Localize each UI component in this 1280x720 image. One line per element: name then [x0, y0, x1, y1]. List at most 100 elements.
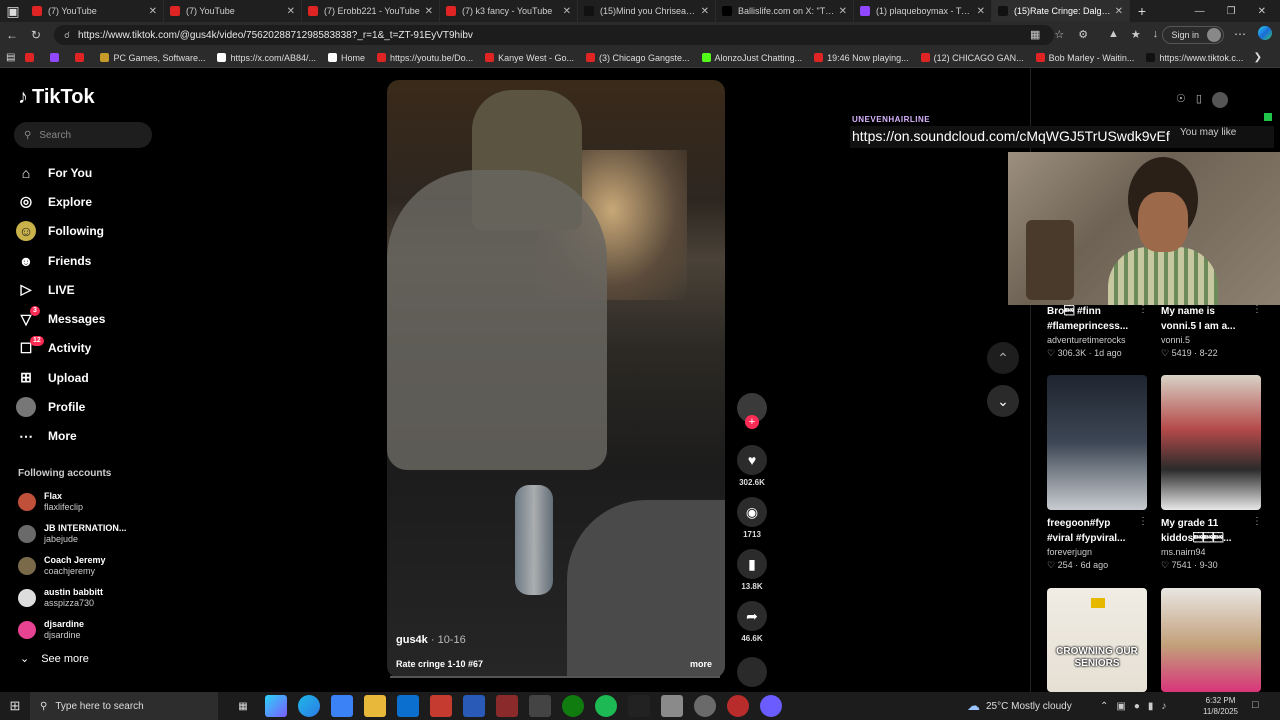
nav-item-profile[interactable]: ● Profile: [16, 392, 156, 421]
music-disc-icon[interactable]: [737, 657, 767, 687]
extensions-icon[interactable]: ⚙: [1078, 28, 1088, 41]
close-tab-icon[interactable]: ✕: [563, 6, 571, 17]
collections-icon[interactable]: ▤: [6, 52, 15, 63]
following-account-item[interactable]: Coach Jeremy coachjeremy: [18, 550, 158, 582]
card-username[interactable]: adventuretimerocks: [1047, 335, 1157, 345]
video-player[interactable]: [387, 80, 725, 678]
browser-tab[interactable]: (15)Mind you Chrisean jr is ✕: [578, 0, 716, 22]
weather-widget[interactable]: ☁ 25°C Mostly cloudy: [967, 692, 1072, 720]
browser-tab[interactable]: (1) plaqueboymax - Twitch ✕: [854, 0, 992, 22]
app-icon[interactable]: [727, 695, 749, 717]
device-icon[interactable]: ▯: [1196, 92, 1202, 108]
recommended-thumbnail[interactable]: [1047, 375, 1147, 510]
save-button[interactable]: ▮: [737, 549, 767, 579]
video-author[interactable]: gus4k · 10-16: [396, 634, 466, 646]
close-tab-icon[interactable]: ✕: [149, 6, 157, 17]
card-username[interactable]: ms.nairn94: [1161, 547, 1271, 557]
card-options-icon[interactable]: ⋮: [1252, 304, 1262, 315]
tiktok-logo[interactable]: ♪ TikTok: [18, 86, 95, 109]
nav-item-explore[interactable]: ◎ Explore: [16, 187, 156, 216]
app-icon[interactable]: [760, 695, 782, 717]
notifications-icon[interactable]: □: [1252, 699, 1259, 711]
app-icon[interactable]: [463, 695, 485, 717]
previous-video-button[interactable]: ⌃: [987, 342, 1019, 374]
close-tab-icon[interactable]: ✕: [425, 6, 433, 17]
app-icon[interactable]: [628, 695, 650, 717]
nav-item-friends[interactable]: ☻ Friends: [16, 246, 156, 275]
bookmarks-overflow-icon[interactable]: ❯: [1254, 52, 1262, 63]
caption-more-button[interactable]: more: [690, 659, 712, 669]
creator-avatar[interactable]: +: [737, 393, 767, 429]
nav-item-upload[interactable]: ⊞ Upload: [16, 363, 156, 392]
recommended-thumbnail[interactable]: CROWNING OUR SENIORS: [1047, 588, 1147, 692]
mic-icon[interactable]: ●: [1134, 701, 1140, 712]
task-view-icon[interactable]: ▦: [232, 695, 254, 717]
site-info-icon[interactable]: ☌: [64, 30, 70, 41]
nav-item-following[interactable]: ☺ Following: [16, 217, 156, 246]
copilot-taskbar-icon[interactable]: [265, 695, 287, 717]
bookmark-item[interactable]: https://www.tiktok.c...: [1146, 53, 1243, 63]
network-icon[interactable]: ▣: [1116, 701, 1125, 712]
copilot-icon[interactable]: [1258, 26, 1272, 40]
close-tab-icon[interactable]: ✕: [977, 6, 985, 17]
close-window-icon[interactable]: ✕: [1258, 6, 1266, 17]
outlook-icon[interactable]: [397, 695, 419, 717]
card-username[interactable]: vonni.5: [1161, 335, 1271, 345]
nav-item-live[interactable]: ▷ LIVE: [16, 275, 156, 304]
tray-overflow-icon[interactable]: ⌃: [1100, 701, 1108, 712]
share-button[interactable]: ➦: [737, 601, 767, 631]
app-icon[interactable]: [430, 695, 452, 717]
close-tab-icon[interactable]: ✕: [701, 6, 709, 17]
bookmark-item[interactable]: [25, 53, 38, 63]
volume-icon[interactable]: ♪: [1161, 701, 1166, 712]
bookmark-item[interactable]: Home: [328, 53, 365, 63]
spotify-icon[interactable]: [595, 695, 617, 717]
compass-icon[interactable]: ☉: [1176, 92, 1186, 108]
card-options-icon[interactable]: ⋮: [1138, 304, 1148, 315]
next-video-button[interactable]: ⌄: [987, 385, 1019, 417]
browser-tab[interactable]: (7) YouTube ✕: [164, 0, 302, 22]
url-field[interactable]: ☌ https://www.tiktok.com/@gus4k/video/75…: [54, 25, 1054, 45]
nav-item-for-you[interactable]: ⌂ For You: [16, 158, 156, 187]
comment-button[interactable]: ◉: [737, 497, 767, 527]
close-tab-icon[interactable]: ✕: [839, 6, 847, 17]
settings-more-icon[interactable]: ⋯: [1234, 27, 1246, 41]
app-icon[interactable]: [694, 695, 716, 717]
new-tab-button[interactable]: +: [1130, 3, 1154, 19]
recommended-thumbnail[interactable]: [1161, 375, 1261, 510]
xbox-icon[interactable]: [562, 695, 584, 717]
taskbar-clock[interactable]: 6:32 PM 11/8/2025: [1203, 695, 1238, 717]
like-button[interactable]: ♥: [737, 445, 767, 475]
nav-item-messages[interactable]: ▽ Messages 3: [16, 304, 156, 333]
nav-item-more[interactable]: ⋯ More: [16, 422, 156, 451]
bookmark-item[interactable]: [75, 53, 88, 63]
browser-tab[interactable]: (7) Erobb221 - YouTube ✕: [302, 0, 440, 22]
restore-icon[interactable]: ❐: [1227, 6, 1236, 17]
browser-tab[interactable]: (15)Rate Cringe: Dalgona M ✕: [992, 0, 1130, 22]
see-more-button[interactable]: ⌄ See more: [20, 652, 89, 666]
browser-tab[interactable]: (7) YouTube ✕: [26, 0, 164, 22]
browser-tab[interactable]: (7) k3 fancy - YouTube ✕: [440, 0, 578, 22]
bookmark-item[interactable]: AlonzoJust Chatting...: [701, 53, 802, 63]
app-icon[interactable]: [496, 695, 518, 717]
favorites-icon[interactable]: ★: [1131, 28, 1141, 41]
card-options-icon[interactable]: ⋮: [1252, 516, 1262, 527]
bookmark-item[interactable]: [50, 53, 63, 63]
nav-item-activity[interactable]: ☐ Activity 12: [16, 334, 156, 363]
bookmark-item[interactable]: https://youtu.be/Do...: [377, 53, 473, 63]
refresh-icon[interactable]: ↻: [24, 28, 48, 42]
following-account-item[interactable]: JB INTERNATION... jabejude: [18, 518, 158, 550]
app-icon[interactable]: [661, 695, 683, 717]
search-input[interactable]: ⚲ Search: [14, 122, 152, 148]
download-icon[interactable]: ↓: [1153, 28, 1159, 41]
store-icon[interactable]: [331, 695, 353, 717]
bookmark-item[interactable]: 19:46 Now playing...: [814, 53, 909, 63]
favorite-star-icon[interactable]: ☆: [1054, 28, 1064, 41]
close-tab-icon[interactable]: ✕: [287, 6, 295, 17]
following-account-item[interactable]: Flax flaxlifeclip: [18, 486, 158, 518]
follow-plus-icon[interactable]: +: [745, 415, 759, 429]
bookmark-item[interactable]: PC Games, Software...: [100, 53, 205, 63]
bookmark-item[interactable]: https://x.com/AB84/...: [217, 53, 316, 63]
user-avatar-icon[interactable]: [1211, 92, 1228, 108]
browser-tab[interactable]: Ballislife.com on X: "TEAGUE ✕: [716, 0, 854, 22]
